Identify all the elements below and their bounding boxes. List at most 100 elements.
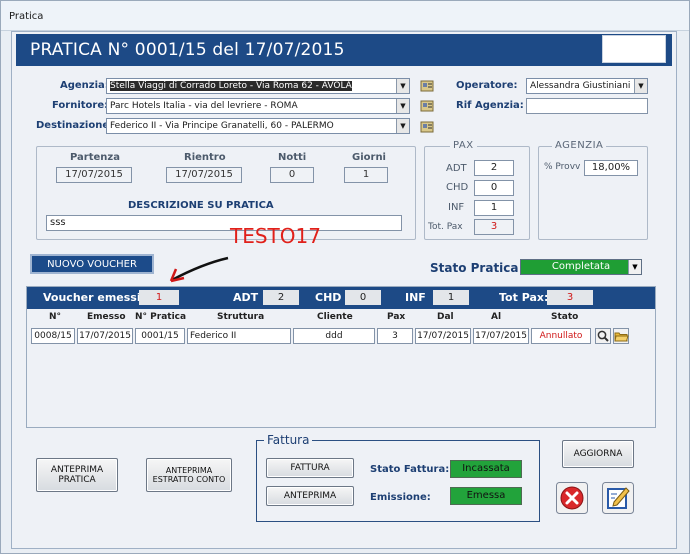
search-icon[interactable] [595,328,611,344]
emissione-label: Emissione: [370,492,431,503]
agenzia-select[interactable]: Stella Viaggi di Corrado Loreto - Via Ro… [106,78,410,94]
folder-icon[interactable] [613,328,629,344]
column-header: Cliente [317,312,353,322]
pax-tot-field: 3 [474,219,514,235]
column-header: Struttura [217,312,265,322]
fornitore-select[interactable]: Parc Hotels Italia - via del levriere - … [106,98,410,114]
card-icon[interactable] [420,79,434,93]
pax-chd-label: CHD [446,182,469,193]
column-header: N° Pratica [135,312,187,322]
stato-fattura-label: Stato Fattura: [370,464,450,475]
pax-chd-field[interactable]: 0 [474,180,514,196]
column-header: Pax [387,312,406,322]
giorni-field: 1 [344,167,388,183]
voucher-adt-label: ADT [233,291,259,304]
agenzia-value: Stella Viaggi di Corrado Loreto - Via Ro… [110,81,352,91]
column-header: N° [49,312,62,322]
nuovo-voucher-button[interactable]: NUOVO VOUCHER [30,254,154,274]
chevron-down-icon[interactable]: ▼ [396,79,409,93]
voucher-tot-label: Tot Pax: [499,291,549,304]
fattura-group-title: Fattura [264,433,313,447]
pax-group-title: PAX [450,140,477,151]
provv-field[interactable]: 18,00% [584,160,638,176]
notti-field: 0 [270,167,314,183]
aggiorna-button[interactable]: AGGIORNA [562,440,634,468]
column-header: Emesso [87,312,126,322]
operatore-select[interactable]: Alessandra Giustiniani ▼ [526,78,648,94]
cell-struttura[interactable]: Federico II [187,328,291,344]
voucher-panel: Voucher emessi: 1 ADT 2 CHD 0 INF 1 Tot … [26,286,656,428]
descrizione-input[interactable]: sss [46,215,402,231]
stato-pratica-label: Stato Pratica [430,261,519,275]
fornitore-label: Fornitore: [52,100,109,111]
stato-fattura-field: Incassata [450,460,522,478]
pax-inf-label: INF [448,202,465,213]
cell-numero[interactable]: 0008/15 [31,328,75,344]
stato-pratica-value: Completata [551,261,611,272]
fornitore-value: Parc Hotels Italia - via del levriere - … [110,101,298,111]
pax-adt-label: ADT [446,163,467,174]
anteprima-estratto-conto-button[interactable]: ANTEPRIMA ESTRATTO CONTO [146,458,232,492]
annotation-text: TESTO17 [230,224,321,248]
cell-dal[interactable]: 17/07/2015 [415,328,471,344]
voucher-chd-value: 0 [345,290,381,305]
column-header: Stato [551,312,579,322]
rif-agenzia-label: Rif Agenzia: [456,100,524,111]
descrizione-label: DESCRIZIONE SU PRATICA [128,200,274,211]
voucher-summary-bar: Voucher emessi: 1 ADT 2 CHD 0 INF 1 Tot … [27,287,655,309]
voucher-inf-label: INF [405,291,426,304]
destinazione-value: Federico II - Via Principe Granatelli, 6… [110,121,334,131]
cell-stato[interactable]: Annullato [531,328,591,344]
pax-tot-label: Tot. Pax [428,222,463,232]
voucher-emessi-value: 1 [139,290,179,305]
card-icon[interactable] [420,120,434,134]
cell-cliente[interactable]: ddd [293,328,375,344]
cell-emesso[interactable]: 17/07/2015 [77,328,133,344]
pratica-form: PRATICA N° 0001/15 del 17/07/2015 Agenzi… [11,31,677,549]
voucher-adt-value: 2 [263,290,299,305]
column-header: Dal [437,312,454,322]
pax-inf-field[interactable]: 1 [474,200,514,216]
chevron-down-icon[interactable]: ▼ [634,79,647,93]
cell-pratica[interactable]: 0001/15 [135,328,185,344]
chevron-down-icon[interactable]: ▼ [628,260,641,274]
anteprima-fattura-button[interactable]: ANTEPRIMA [266,486,354,506]
fattura-button[interactable]: FATTURA [266,458,354,478]
agenzia-label: Agenzia: [60,80,109,91]
voucher-emessi-label: Voucher emessi: [43,291,146,304]
operatore-label: Operatore: [456,80,518,91]
header-logo-box [602,35,666,63]
fattura-group [256,440,540,522]
voucher-inf-value: 1 [433,290,469,305]
chevron-down-icon[interactable]: ▼ [396,99,409,113]
anteprima-pratica-button[interactable]: ANTEPRIMA PRATICA [36,458,118,492]
arrow-annotation-icon [169,256,229,283]
partenza-field[interactable]: 17/07/2015 [56,167,132,183]
chevron-down-icon[interactable]: ▼ [396,119,409,133]
stato-pratica-select[interactable]: Completata ▼ [520,259,642,275]
column-header: Al [491,312,502,322]
rif-agenzia-input[interactable] [526,98,648,114]
card-icon[interactable] [420,99,434,113]
pax-adt-field[interactable]: 2 [474,160,514,176]
partenza-label: Partenza [70,152,120,163]
window-titlebar: Pratica [1,1,689,31]
emissione-field: Emessa [450,487,522,505]
pratica-window: Pratica PRATICA N° 0001/15 del 17/07/201… [0,0,690,554]
destinazione-select[interactable]: Federico II - Via Principe Granatelli, 6… [106,118,410,134]
cell-al[interactable]: 17/07/2015 [473,328,529,344]
destinazione-label: Destinazione: [36,120,114,131]
window-title: Pratica [9,11,44,22]
agenzia-group-title: AGENZIA [552,140,607,151]
operatore-value: Alessandra Giustiniani [530,81,631,91]
edit-icon[interactable] [602,482,634,514]
rientro-field[interactable]: 17/07/2015 [166,167,242,183]
page-title: PRATICA N° 0001/15 del 17/07/2015 [30,40,345,60]
page-header: PRATICA N° 0001/15 del 17/07/2015 [16,34,672,66]
cell-pax[interactable]: 3 [377,328,413,344]
notti-label: Notti [278,152,307,163]
voucher-tot-value: 3 [547,290,593,305]
rientro-label: Rientro [184,152,226,163]
close-icon[interactable] [556,482,588,514]
provv-label: % Provv [544,162,581,172]
